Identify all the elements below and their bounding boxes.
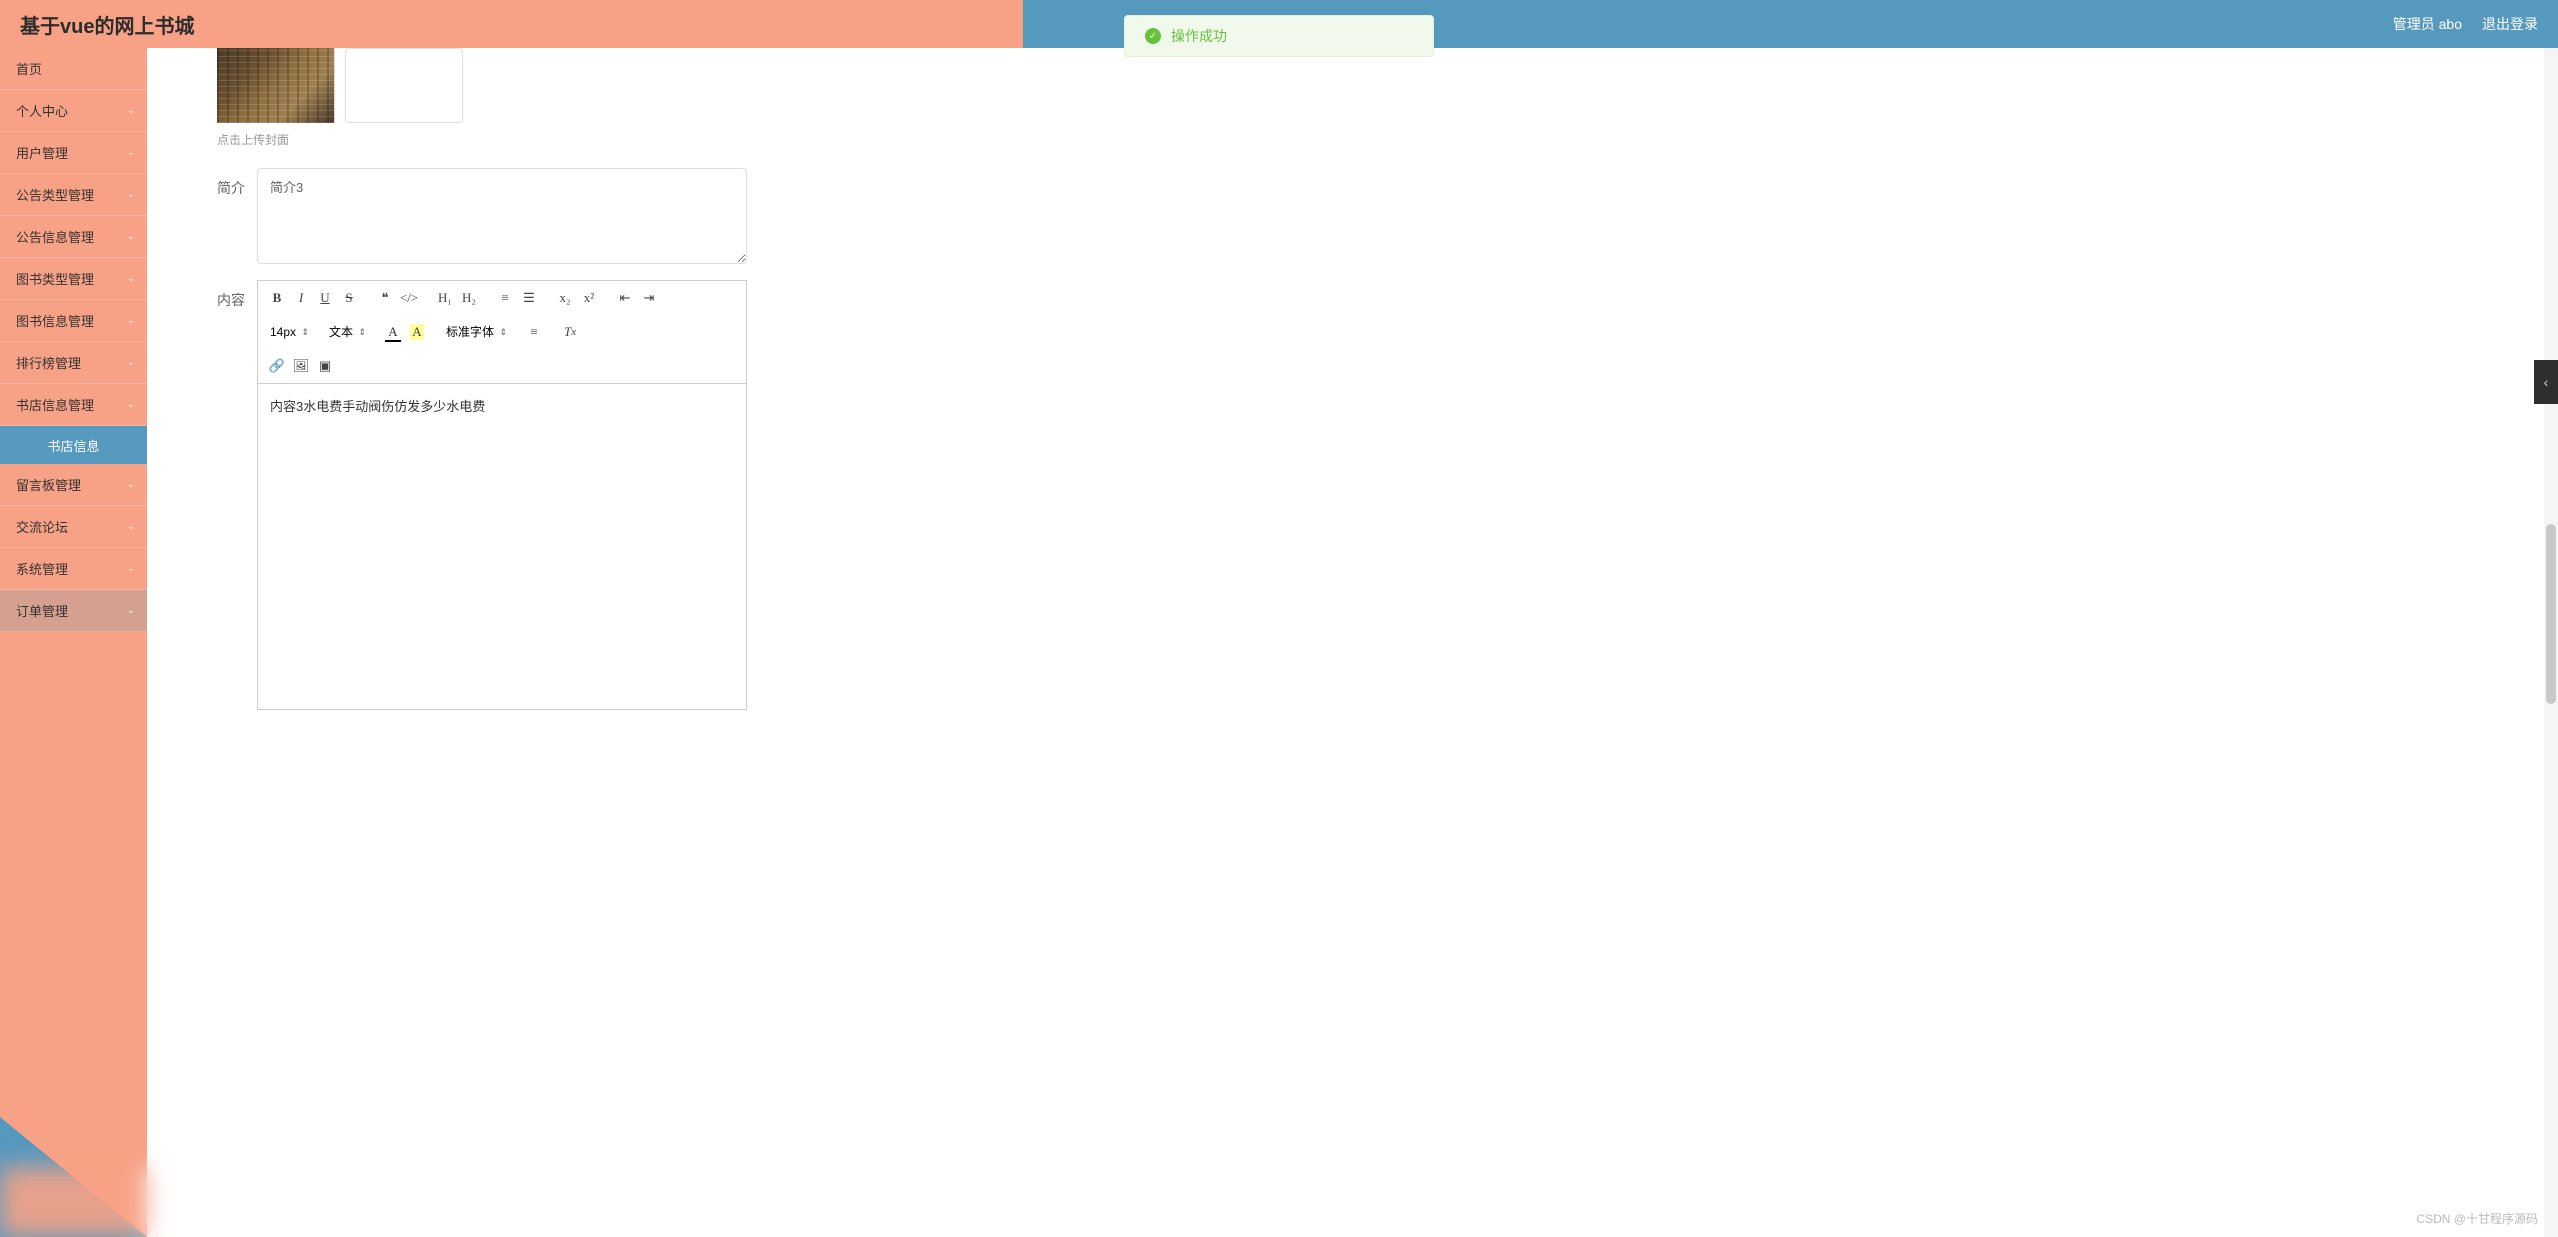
chevron-down-icon: ⌄ [127,147,135,158]
clear-format-button[interactable]: Tx [559,321,581,343]
strike-button[interactable]: S [338,287,360,309]
sidebar-item-users[interactable]: 用户管理 ⌄ [0,132,147,174]
sidebar-sub-bookstore-info[interactable]: 书店信息 [0,426,147,464]
sidebar-item-label: 用户管理 [16,143,68,162]
sidebar-item-label: 排行榜管理 [16,353,81,372]
sidebar-item-label: 交流论坛 [16,517,68,536]
rich-editor: B I U S ❝ </> H₁ H₂ ≡ ☰ x₂ x² [257,280,747,710]
form-row-intro: 简介 简介3 [217,168,2534,264]
editor-content[interactable]: 内容3水电费手动阀伤仿发多少水电费 [258,384,746,709]
h1-button[interactable]: H₁ [434,287,456,309]
editor-toolbar: B I U S ❝ </> H₁ H₂ ≡ ☰ x₂ x² [258,281,746,384]
link-button[interactable]: 🔗 [266,355,288,377]
toast-text: 操作成功 [1171,26,1227,46]
chevron-down-icon: ⌄ [127,521,135,532]
font-family-select[interactable]: 标准字体 [442,321,509,343]
sidebar-item-label: 留言板管理 [16,475,81,494]
sidebar-item-label: 首页 [16,59,42,78]
intro-textarea[interactable]: 简介3 [257,168,747,264]
sidebar-item-notice-type[interactable]: 公告类型管理 ⌄ [0,174,147,216]
sidebar-item-book-info[interactable]: 图书信息管理 ⌄ [0,300,147,342]
chevron-down-icon: ⌄ [127,563,135,574]
underline-button[interactable]: U [314,287,336,309]
indent-button[interactable]: ⇥ [638,287,660,309]
side-drawer-handle[interactable]: ‹ [2534,360,2558,404]
chevron-down-icon: ⌄ [127,315,135,326]
upload-hint: 点击上传封面 [217,131,2534,148]
scrollbar-thumb[interactable] [2546,524,2556,704]
text-type-select[interactable]: 文本 [325,321,368,343]
sidebar-item-profile[interactable]: 个人中心 ⌄ [0,90,147,132]
sidebar-item-home[interactable]: 首页 [0,48,147,90]
user-label[interactable]: 管理员 abo [2393,14,2462,34]
sidebar-item-label: 图书信息管理 [16,311,94,330]
sidebar-sub-label: 书店信息 [47,436,99,455]
sidebar: 首页 个人中心 ⌄ 用户管理 ⌄ 公告类型管理 ⌄ 公告信息管理 ⌄ 图书类型管… [0,48,147,1237]
font-size-select[interactable]: 14px [266,321,311,343]
success-toast: ✓ 操作成功 [1124,15,1434,57]
sidebar-item-system[interactable]: 系统管理 ⌄ [0,548,147,590]
sidebar-item-message-board[interactable]: 留言板管理 ⌄ [0,464,147,506]
chevron-down-icon: ⌄ [127,189,135,200]
sidebar-item-label: 书店信息管理 [16,395,94,414]
superscript-button[interactable]: x² [578,287,600,309]
cover-image-thumbnail[interactable] [217,48,335,123]
sidebar-item-label: 图书类型管理 [16,269,94,288]
image-button[interactable]: 🖼 [290,355,312,377]
chevron-down-icon: ⌄ [127,105,135,116]
app-title: 基于vue的网上书城 [20,10,194,39]
chevron-down-icon: ⌄ [127,273,135,284]
sidebar-item-book-type[interactable]: 图书类型管理 ⌄ [0,258,147,300]
italic-button[interactable]: I [290,287,312,309]
chevron-down-icon: ⌄ [127,231,135,242]
sidebar-item-bookstore[interactable]: 书店信息管理 ⌄ [0,384,147,426]
chevron-down-icon: ⌄ [127,605,135,616]
unordered-list-button[interactable]: ☰ [518,287,540,309]
h2-button[interactable]: H₂ [458,287,480,309]
form-row-content: 内容 B I U S ❝ </> H₁ H₂ ≡ ☰ x₂ [217,280,2534,710]
upload-placeholder[interactable] [345,48,463,123]
chevron-down-icon: ⌄ [127,399,135,410]
subscript-button[interactable]: x₂ [554,287,576,309]
bg-color-button[interactable]: A [406,321,428,343]
sidebar-item-label: 公告类型管理 [16,185,94,204]
align-button[interactable]: ≡ [523,321,545,343]
code-button[interactable]: </> [398,287,420,309]
sidebar-item-orders[interactable]: 订单管理 ⌄ [0,590,147,632]
video-button[interactable]: ▣ [314,355,336,377]
outdent-button[interactable]: ⇤ [614,287,636,309]
header-right: 管理员 abo 退出登录 [2393,14,2538,34]
ordered-list-button[interactable]: ≡ [494,287,516,309]
watermark: CSDN @十甘程序源码 [2416,1210,2538,1227]
sidebar-item-notice-info[interactable]: 公告信息管理 ⌄ [0,216,147,258]
success-icon: ✓ [1145,28,1161,44]
sidebar-item-label: 公告信息管理 [16,227,94,246]
blur-overlay [0,1167,780,1237]
logout-link[interactable]: 退出登录 [2482,14,2538,34]
font-color-button[interactable]: A [382,321,404,343]
quote-button[interactable]: ❝ [374,287,396,309]
bold-button[interactable]: B [266,287,288,309]
main-content: 点击上传封面 简介 简介3 内容 B I U S ❝ </> H₁ H₂ [147,48,2558,1237]
intro-label: 简介 [217,168,257,198]
content-label: 内容 [217,280,257,310]
sidebar-item-label: 系统管理 [16,559,68,578]
sidebar-item-forum[interactable]: 交流论坛 ⌄ [0,506,147,548]
sidebar-item-label: 订单管理 [16,601,68,620]
chevron-down-icon: ⌄ [127,479,135,490]
sidebar-item-label: 个人中心 [16,101,68,120]
scrollbar-track[interactable] [2544,48,2558,1237]
sidebar-item-ranking[interactable]: 排行榜管理 ⌄ [0,342,147,384]
chevron-down-icon: ⌄ [127,357,135,368]
cover-upload-area [217,48,2534,123]
